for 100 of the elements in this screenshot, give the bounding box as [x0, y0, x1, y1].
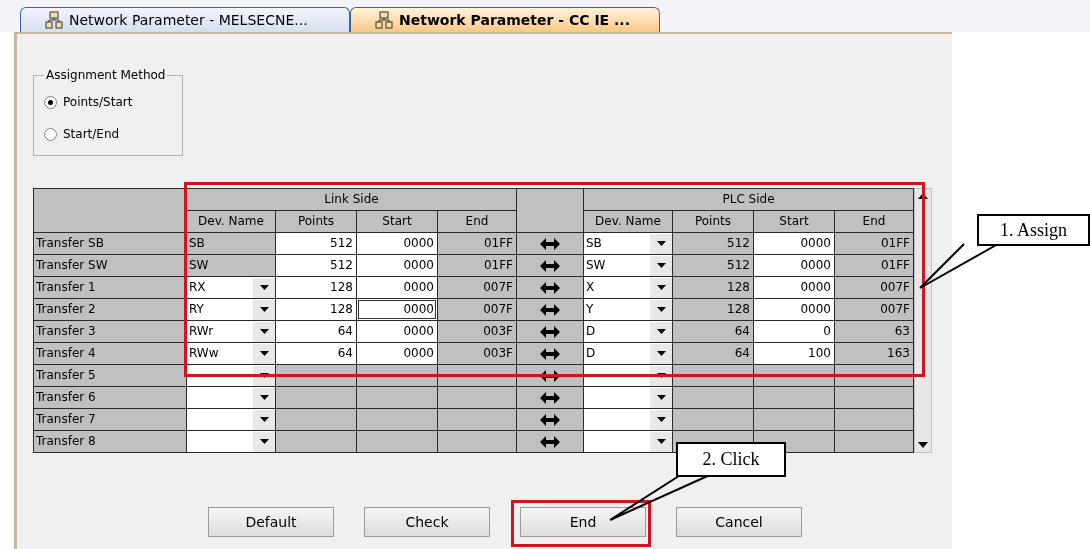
double-arrow-icon — [540, 280, 560, 295]
group-header: PLC Side — [584, 189, 913, 210]
input-field[interactable]: 0000 — [357, 343, 437, 364]
tab[interactable]: Network Parameter - CC IE ... — [350, 7, 660, 32]
caret-icon — [259, 417, 269, 422]
row-label: Transfer 7 — [34, 409, 186, 430]
caret-icon — [259, 307, 269, 312]
table-cell: 163 — [835, 343, 913, 364]
caret-icon — [259, 439, 269, 444]
caret-icon — [656, 307, 666, 312]
callout: 2. Click — [676, 442, 786, 477]
caret-icon — [656, 285, 666, 290]
device-dropdown[interactable]: RY — [187, 299, 275, 320]
table-cell: 64 — [673, 343, 753, 364]
caret-icon — [656, 417, 666, 422]
radio-option[interactable]: Points/Start — [44, 86, 172, 118]
row-label: Transfer 2 — [34, 299, 186, 320]
dialog-button[interactable]: Cancel — [676, 507, 802, 537]
double-arrow-icon — [540, 236, 560, 251]
radio-option[interactable]: Start/End — [44, 118, 172, 150]
input-field[interactable]: 0000 — [357, 255, 437, 276]
table-cell: 128 — [673, 299, 753, 320]
caret-icon — [259, 285, 269, 290]
row-label: Transfer 8 — [34, 431, 186, 452]
dialog-button[interactable]: Default — [208, 507, 334, 537]
table-cell: SB — [187, 233, 275, 254]
input-field[interactable]: 0000 — [754, 299, 834, 320]
input-field[interactable]: 0000 — [754, 233, 834, 254]
device-dropdown[interactable]: RWw — [187, 343, 275, 364]
row-label: Transfer 6 — [34, 387, 186, 408]
input-field[interactable]: 0000 — [357, 299, 437, 320]
device-dropdown[interactable]: RX — [187, 277, 275, 298]
row-label: Transfer 4 — [34, 343, 186, 364]
input-field[interactable]: 512 — [276, 255, 356, 276]
device-dropdown[interactable]: RWr — [187, 321, 275, 342]
input-field[interactable]: 0000 — [357, 233, 437, 254]
device-dropdown[interactable]: D — [584, 321, 672, 342]
table-cell: 007F — [438, 277, 516, 298]
input-field[interactable]: 0 — [754, 321, 834, 342]
caret-icon — [656, 329, 666, 334]
device-dropdown[interactable]: D — [584, 343, 672, 364]
column-header: Start — [357, 211, 437, 232]
input-field[interactable]: 64 — [276, 321, 356, 342]
table-cell: 63 — [835, 321, 913, 342]
double-arrow-icon — [540, 258, 560, 273]
caret-icon — [259, 329, 269, 334]
row-label: Transfer SB — [34, 233, 186, 254]
device-dropdown[interactable]: Y — [584, 299, 672, 320]
group-header: Link Side — [187, 189, 516, 210]
column-header: End — [438, 211, 516, 232]
input-field[interactable]: 0000 — [754, 255, 834, 276]
table-cell: 007F — [835, 299, 913, 320]
double-arrow-icon — [540, 324, 560, 339]
input-field[interactable]: 0000 — [357, 277, 437, 298]
caret-icon — [656, 439, 666, 444]
table-cell: 003F — [438, 321, 516, 342]
column-header: Start — [754, 211, 834, 232]
input-field[interactable]: 0000 — [754, 277, 834, 298]
device-dropdown[interactable]: X — [584, 277, 672, 298]
table-cell: SW — [187, 255, 275, 276]
tab[interactable]: Network Parameter - MELSECNE... — [20, 7, 350, 32]
tab-label: Network Parameter - MELSECNE... — [69, 10, 308, 30]
table-cell: 01FF — [438, 255, 516, 276]
table-cell: 01FF — [835, 233, 913, 254]
caret-icon — [656, 351, 666, 356]
dialog-button[interactable]: Check — [364, 507, 490, 537]
device-dropdown[interactable]: SW — [584, 255, 672, 276]
double-arrow-icon — [540, 302, 560, 317]
group-title: Assignment Method — [45, 67, 167, 84]
double-arrow-icon — [540, 434, 560, 449]
input-field[interactable]: 64 — [276, 343, 356, 364]
double-arrow-icon — [540, 390, 560, 405]
double-arrow-icon — [540, 412, 560, 427]
input-field[interactable]: 0000 — [357, 321, 437, 342]
table-cell: 01FF — [438, 233, 516, 254]
network-icon — [375, 11, 393, 29]
table-cell: 01FF — [835, 255, 913, 276]
device-dropdown[interactable] — [187, 365, 275, 386]
table-cell: 512 — [673, 233, 753, 254]
table-cell: 003F — [438, 343, 516, 364]
tab-label: Network Parameter - CC IE ... — [399, 10, 630, 30]
row-label: Transfer 5 — [34, 365, 186, 386]
input-field[interactable]: 128 — [276, 299, 356, 320]
table-cell: 512 — [673, 255, 753, 276]
device-dropdown[interactable]: SB — [584, 233, 672, 254]
double-arrow-icon — [540, 346, 560, 361]
input-field[interactable]: 512 — [276, 233, 356, 254]
caret-icon — [656, 263, 666, 268]
device-dropdown[interactable] — [584, 365, 672, 386]
table-cell: 128 — [673, 277, 753, 298]
scroll-up-icon[interactable] — [918, 193, 928, 199]
callout: 1. Assign — [977, 214, 1090, 246]
column-header: End — [835, 211, 913, 232]
table-cell: 64 — [673, 321, 753, 342]
input-field[interactable]: 100 — [754, 343, 834, 364]
column-header: Dev. Name — [584, 211, 672, 232]
caret-icon — [656, 241, 666, 246]
scroll-down-icon[interactable] — [918, 442, 928, 448]
dialog-button[interactable]: End — [520, 507, 646, 537]
input-field[interactable]: 128 — [276, 277, 356, 298]
